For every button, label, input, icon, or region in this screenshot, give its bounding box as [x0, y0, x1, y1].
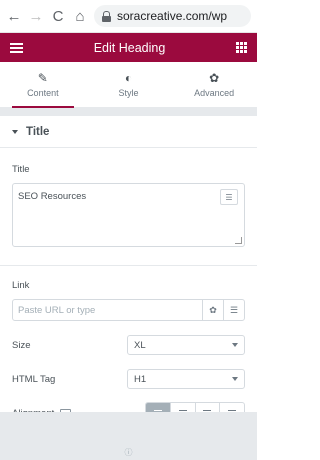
contrast-icon: ◐: [124, 71, 133, 85]
address-url: soracreative.com/wp: [117, 9, 228, 23]
section-toggle-title[interactable]: Title: [0, 116, 257, 148]
home-icon[interactable]: ⌂: [72, 9, 88, 24]
panel-footer-area: ⓘ: [0, 412, 257, 460]
tab-advanced[interactable]: ✿ Advanced: [171, 62, 257, 107]
address-bar[interactable]: soracreative.com/wp: [94, 5, 251, 27]
tab-content[interactable]: ✎ Content: [0, 62, 86, 108]
link-dynamic-tags-button[interactable]: ☰: [223, 300, 244, 320]
html-tag-select-value: H1: [134, 373, 147, 385]
hamburger-menu-icon[interactable]: [10, 42, 23, 53]
chevron-down-icon: [232, 377, 238, 381]
section-spacer: [0, 108, 257, 116]
gear-icon: ✿: [209, 304, 217, 315]
editor-header: Edit Heading: [0, 33, 257, 62]
tab-advanced-label: Advanced: [194, 88, 235, 98]
title-textarea-value: SEO Resources: [18, 191, 87, 202]
back-arrow-icon[interactable]: ←: [6, 9, 22, 24]
title-textarea[interactable]: SEO Resources ☰: [12, 183, 245, 247]
panel-tabs: ✎ Content ◐ Style ✿ Advanced: [0, 62, 257, 108]
dynamic-tags-button[interactable]: ☰: [220, 189, 238, 205]
tab-style-label: Style: [118, 88, 139, 98]
database-icon: ☰: [225, 192, 233, 202]
resize-handle-icon[interactable]: [235, 237, 242, 244]
reload-icon[interactable]: C: [50, 9, 66, 24]
title-section-panel: Title SEO Resources ☰ Link Paste URL or …: [0, 148, 257, 424]
html-tag-select[interactable]: H1: [127, 369, 245, 389]
title-field-label: Title: [12, 164, 30, 175]
size-label: Size: [12, 339, 31, 351]
pencil-icon: ✎: [37, 71, 48, 85]
link-options-button[interactable]: ✿: [202, 300, 223, 320]
lock-icon: [102, 11, 111, 22]
link-input-group: Paste URL or type ✿ ☰: [12, 299, 245, 321]
tab-style[interactable]: ◐ Style: [86, 62, 172, 107]
gear-icon: ✿: [209, 71, 220, 85]
caret-down-icon: [12, 129, 18, 134]
widgets-grid-icon[interactable]: [235, 42, 247, 53]
help-icon[interactable]: ⓘ: [0, 447, 257, 458]
panel-title: Edit Heading: [93, 40, 166, 55]
html-tag-row: HTML Tag H1: [12, 369, 245, 389]
link-input[interactable]: Paste URL or type: [13, 300, 202, 320]
tab-content-label: Content: [27, 88, 59, 98]
database-icon: ☰: [229, 304, 239, 315]
section-title: Title: [26, 125, 50, 138]
forward-arrow-icon[interactable]: →: [28, 9, 44, 24]
browser-toolbar: ← → C ⌂ soracreative.com/wp: [0, 0, 257, 33]
html-tag-label: HTML Tag: [12, 373, 56, 385]
size-select[interactable]: XL: [127, 335, 245, 355]
size-select-value: XL: [134, 339, 146, 351]
link-field-label: Link: [12, 280, 30, 291]
chevron-down-icon: [232, 343, 238, 347]
size-row: Size XL: [12, 335, 245, 355]
